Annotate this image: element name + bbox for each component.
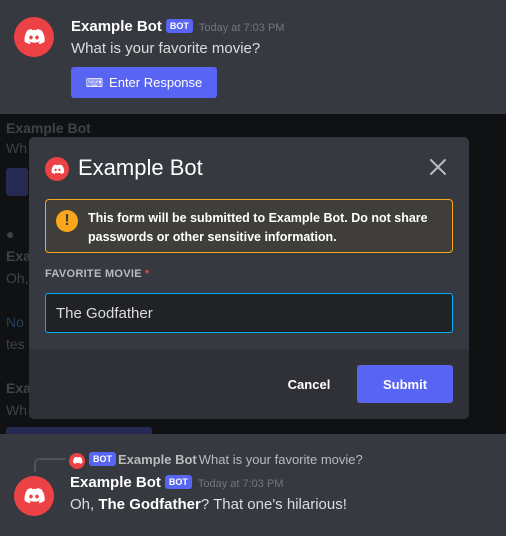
reply-spine [34, 458, 66, 472]
message-top: Example Bot BOT Today at 7:03 PM What is y… [0, 0, 506, 114]
modal-footer: Cancel Submit [29, 349, 469, 419]
movie-title: The Godfather [98, 496, 201, 513]
modal-header: Example Bot [29, 137, 469, 197]
bot-avatar [45, 157, 69, 181]
form-modal: Example Bot ! This form will be submitte… [29, 137, 469, 419]
submit-button[interactable]: Submit [357, 365, 453, 403]
required-marker: * [144, 268, 150, 280]
discord-logo-icon [51, 164, 64, 174]
bot-avatar[interactable] [14, 476, 54, 516]
enter-response-label: Enter Response [109, 75, 203, 90]
enter-response-button[interactable]: ⌨ Enter Response [71, 67, 217, 98]
field-label: FAVORITE MOVIE * [45, 268, 150, 280]
username[interactable]: Example Bot [71, 18, 162, 35]
warning-icon: ! [56, 210, 78, 232]
message-header: Example Bot BOT Today at 7:03 PM [70, 474, 283, 492]
timestamp: Today at 7:03 PM [197, 478, 284, 490]
keyboard-icon: ⌨ [85, 75, 104, 90]
message-header: Example Bot BOT Today at 7:03 PM [71, 18, 284, 36]
bot-tag: BOT [165, 19, 193, 33]
modal-title: Example Bot [78, 155, 203, 180]
message-bottom: BOT Example Bot What is your favorite movi… [0, 434, 506, 536]
bot-avatar[interactable] [14, 17, 54, 57]
username[interactable]: Example Bot [70, 474, 161, 491]
close-icon[interactable] [429, 158, 447, 176]
discord-logo-icon [24, 488, 45, 504]
message-text: Oh, The Godfather? That one's hilarious! [70, 496, 347, 513]
warning-notice: ! This form will be submitted to Example… [45, 199, 453, 253]
warning-bot-name: Example Bot [268, 211, 345, 225]
warning-text: This form will be submitted to Example B… [88, 211, 428, 244]
reply-reference[interactable]: BOT Example Bot What is your favorite movi… [69, 452, 363, 469]
discord-logo-icon [24, 29, 45, 45]
timestamp: Today at 7:03 PM [198, 22, 285, 34]
reply-username: Example Bot [118, 452, 197, 467]
reply-avatar [69, 452, 85, 469]
favorite-movie-input[interactable] [45, 293, 453, 333]
discord-logo-icon [72, 456, 82, 464]
cancel-button[interactable]: Cancel [265, 365, 353, 403]
reply-text: What is your favorite movie? [198, 452, 363, 467]
reply-bot-tag: BOT [89, 452, 116, 466]
bot-tag: BOT [164, 475, 192, 489]
message-text: What is your favorite movie? [71, 40, 261, 57]
